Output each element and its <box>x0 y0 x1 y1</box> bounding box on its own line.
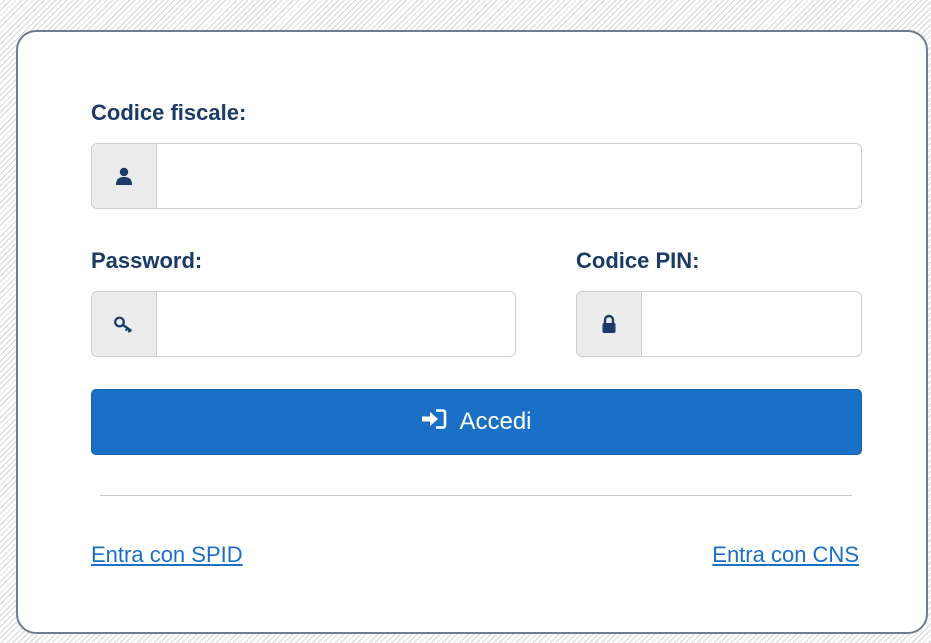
cns-login-link[interactable]: Entra con CNS <box>712 542 859 568</box>
accedi-button[interactable]: Accedi <box>91 389 862 455</box>
sign-in-icon <box>421 408 447 437</box>
login-card: Codice fiscale: Password: Codice PIN: Ac… <box>16 30 928 634</box>
password-label: Password: <box>91 248 203 273</box>
password-input-group <box>91 291 516 357</box>
codice-fiscale-label: Codice fiscale: <box>91 100 247 125</box>
key-icon <box>92 292 157 356</box>
codice-fiscale-input-group <box>91 143 862 209</box>
lock-icon <box>577 292 642 356</box>
codice-pin-input-group <box>576 291 862 357</box>
codice-pin-input[interactable] <box>642 292 861 356</box>
codice-fiscale-input[interactable] <box>157 144 861 208</box>
user-icon <box>92 144 157 208</box>
spid-login-link[interactable]: Entra con SPID <box>91 542 243 568</box>
codice-pin-label: Codice PIN: <box>576 248 700 273</box>
password-input[interactable] <box>157 292 515 356</box>
accedi-label: Accedi <box>459 408 532 435</box>
divider <box>100 495 852 496</box>
